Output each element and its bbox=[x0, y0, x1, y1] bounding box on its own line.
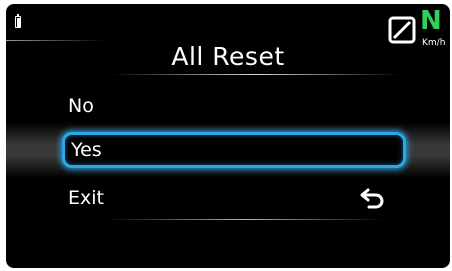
battery-icon bbox=[15, 14, 21, 28]
menu-item-yes[interactable]: Yes bbox=[62, 132, 406, 168]
menu-item-label: Yes bbox=[71, 139, 102, 161]
divider bbox=[6, 40, 106, 41]
menu-item-no[interactable]: No bbox=[62, 88, 406, 124]
page-title: All Reset bbox=[171, 42, 285, 71]
zero-speed-icon bbox=[388, 16, 416, 44]
menu-item-label: No bbox=[68, 95, 94, 117]
gear-indicator: N bbox=[420, 6, 442, 36]
menu-item-exit[interactable]: Exit bbox=[62, 180, 406, 216]
title-divider bbox=[111, 74, 401, 75]
menu-item-label: Exit bbox=[68, 187, 104, 209]
bottom-divider bbox=[106, 219, 386, 220]
back-arrow-icon bbox=[360, 188, 384, 209]
display-screen: N Km/h All Reset No Yes Exit bbox=[6, 4, 450, 268]
